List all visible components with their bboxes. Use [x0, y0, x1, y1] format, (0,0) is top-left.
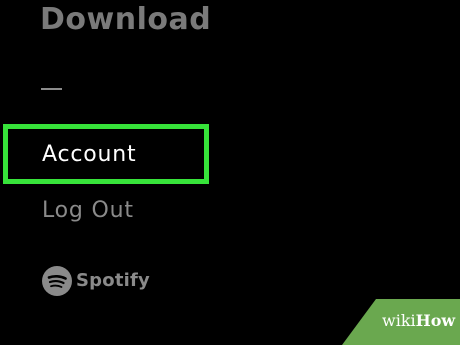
- spotify-settings-menu: Download Account Log Out Spotify wikiHow: [0, 0, 460, 345]
- watermark-how: How: [415, 311, 456, 330]
- menu-divider: [41, 88, 62, 90]
- wikihow-watermark: wikiHow: [342, 299, 460, 345]
- spotify-logo-icon: [42, 266, 72, 296]
- menu-item-log-out[interactable]: Log Out: [42, 198, 134, 224]
- watermark-wiki: wiki: [382, 311, 416, 330]
- menu-item-download[interactable]: Download: [40, 2, 211, 38]
- menu-item-account[interactable]: Account: [42, 142, 136, 168]
- spotify-logo: Spotify: [42, 266, 150, 296]
- spotify-wordmark: Spotify: [76, 270, 150, 291]
